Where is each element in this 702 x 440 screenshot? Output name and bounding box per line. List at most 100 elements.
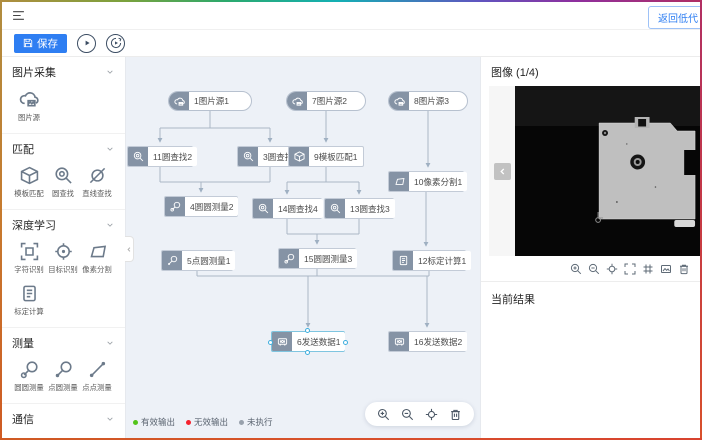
palette-item-line-find[interactable]: 直线查找 [80, 166, 114, 199]
section-title: 匹配 [12, 141, 34, 157]
node-14-circle-find[interactable]: 14圆查找4 [252, 198, 322, 219]
grid-icon[interactable] [642, 263, 654, 275]
port-top[interactable] [305, 328, 310, 333]
measure-point-circle-icon [54, 360, 73, 379]
cloud-image-icon [389, 92, 409, 110]
polygon-icon [88, 242, 107, 261]
node-1-image-source[interactable]: 1图片源1 [168, 91, 252, 111]
section-communication: 通信 [2, 404, 125, 438]
chevron-down-icon[interactable] [105, 338, 115, 348]
section-title: 图片采集 [12, 64, 56, 80]
palette-item-template-match[interactable]: 模板匹配 [12, 166, 46, 199]
measure-point-circle-icon [162, 251, 182, 270]
section-header-image-capture[interactable]: 图片采集 [12, 64, 115, 80]
section-header-communication[interactable]: 通信 [12, 411, 115, 427]
trash-icon[interactable] [449, 408, 462, 421]
chevron-down-icon[interactable] [105, 67, 115, 77]
node-11-circle-find[interactable]: 11圆查找2 [127, 146, 193, 167]
play-loop-icon [110, 37, 122, 49]
save-button[interactable]: 保存 [14, 34, 67, 53]
port-right[interactable] [343, 340, 348, 345]
prev-image-button[interactable] [494, 163, 511, 180]
node-8-image-source[interactable]: 8图片源3 [388, 91, 468, 111]
node-4-circle-circle-measure[interactable]: 4圆圆测量2 [164, 196, 238, 217]
port-bottom[interactable] [305, 350, 310, 355]
node-7-image-source[interactable]: 7图片源2 [286, 91, 366, 111]
palette-item-image-source[interactable]: 图片源 [12, 89, 46, 123]
zoom-in-icon[interactable] [377, 408, 390, 421]
measure-circle-circle-icon [279, 249, 299, 268]
circle-search-icon [253, 199, 273, 218]
palette-item-circle-find[interactable]: 圆查找 [46, 166, 80, 199]
measure-point-point-icon [88, 360, 107, 379]
node-16-send-data[interactable]: 16发送数据2 [388, 331, 466, 352]
operator-palette: 图片采集 图片源 匹配 [2, 57, 126, 438]
back-to-lowcode-button[interactable]: 返回低代 [648, 6, 700, 29]
node-6-send-data[interactable]: 6发送数据1 [271, 331, 345, 352]
palette-item-object-detect[interactable]: 目标识别 [46, 242, 80, 275]
section-title: 通信 [12, 411, 34, 427]
port-left[interactable] [268, 340, 273, 345]
node-10-pixel-segment[interactable]: 10像素分割1 [388, 171, 464, 192]
fit-image-icon[interactable] [660, 263, 672, 275]
palette-item-point-circle-measure[interactable]: 点圆测量 [46, 360, 80, 393]
palette-item-pixel-segment[interactable]: 像素分割 [80, 242, 114, 275]
node-15-circle-circle-measure[interactable]: 15圆圆测量3 [278, 248, 356, 269]
palette-item-ocr[interactable]: 字符识别 [12, 242, 46, 275]
current-result-title: 当前结果 [481, 282, 700, 316]
capture-border-left [0, 0, 2, 440]
section-measure: 测量 圆圆测量 点圆测量 [2, 328, 125, 404]
circle-search-icon [238, 147, 258, 166]
cube-icon [20, 166, 39, 185]
section-title: 测量 [12, 335, 34, 351]
run-button[interactable] [77, 34, 96, 53]
locate-icon[interactable] [425, 408, 438, 421]
document-icon [393, 251, 413, 270]
save-icon [23, 38, 33, 48]
section-header-measure[interactable]: 测量 [12, 335, 115, 351]
chevron-down-icon[interactable] [105, 144, 115, 154]
top-bar: 返回低代 [2, 2, 700, 30]
cloud-image-icon [169, 92, 189, 110]
status-legend: 有效输出 无效输出 未执行 [133, 416, 273, 428]
menu-icon[interactable] [12, 9, 25, 22]
section-deep-learning: 深度学习 字符识别 目标识别 [2, 210, 125, 328]
legend-invalid-output: 无效输出 [186, 416, 228, 428]
capture-border-top [0, 0, 702, 2]
circle-search-icon [325, 199, 345, 218]
node-13-circle-find[interactable]: 13圆查找3 [324, 198, 394, 219]
canvas-zoom-toolbar [365, 402, 474, 426]
zoom-in-icon[interactable] [570, 263, 582, 275]
image-toolbar [481, 256, 700, 282]
section-matching: 匹配 模板匹配 圆查找 直 [2, 134, 125, 210]
image-viewer [489, 86, 700, 256]
palette-item-calibration-calc[interactable]: 标定计算 [12, 284, 46, 317]
green-dot [133, 420, 138, 425]
cloud-image-icon [19, 89, 39, 109]
image-panel-title: 图像 (1/4) [481, 57, 700, 86]
trash-icon[interactable] [678, 263, 690, 275]
zoom-out-icon[interactable] [401, 408, 414, 421]
node-5-point-circle-measure[interactable]: 5点圆测量1 [161, 250, 233, 271]
run-once-button[interactable] [106, 34, 125, 53]
chevron-down-icon[interactable] [105, 220, 115, 230]
camera-image[interactable] [515, 86, 700, 256]
zoom-out-icon[interactable] [588, 263, 600, 275]
play-icon [81, 37, 93, 49]
section-header-deep-learning[interactable]: 深度学习 [12, 217, 115, 233]
gray-dot [239, 420, 244, 425]
locate-icon[interactable] [606, 263, 618, 275]
fullscreen-icon[interactable] [624, 263, 636, 275]
node-9-template-match[interactable]: 9模板匹配1 [288, 146, 364, 167]
palette-item-circle-circle-measure[interactable]: 圆圆测量 [12, 360, 46, 393]
palette-item-point-point-measure[interactable]: 点点测量 [80, 360, 114, 393]
node-12-calibration-calc[interactable]: 12标定计算1 [392, 250, 466, 271]
cloud-image-icon [287, 92, 307, 110]
target-icon [54, 242, 73, 261]
circle-search-icon [54, 166, 73, 185]
chevron-down-icon[interactable] [105, 414, 115, 424]
flow-canvas[interactable]: 1图片源1 7图片源2 8图片源3 11圆查找2 3圆查找1 [126, 57, 480, 438]
sidebar-collapse-handle[interactable] [125, 236, 134, 262]
section-header-matching[interactable]: 匹配 [12, 141, 115, 157]
circle-search-icon [128, 147, 148, 166]
